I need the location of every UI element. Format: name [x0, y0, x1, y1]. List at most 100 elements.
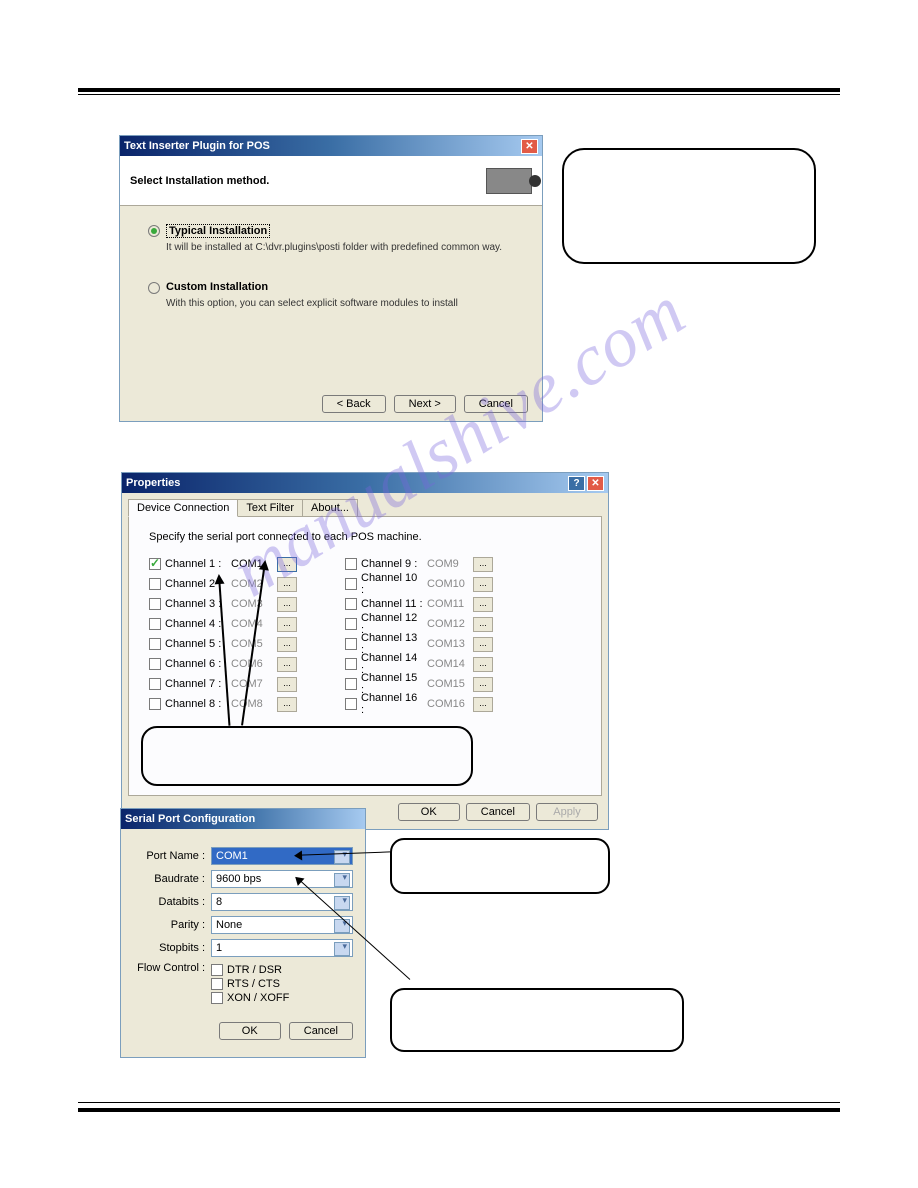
close-icon[interactable]: ✕: [587, 476, 604, 491]
channel-row: Channel 12 :COM12...: [345, 615, 493, 633]
channel-label: Channel 1 :: [165, 558, 227, 570]
com-label: COM9: [427, 558, 469, 570]
com-label: COM4: [231, 618, 273, 630]
ok-button[interactable]: OK: [398, 803, 460, 821]
configure-button: ...: [473, 617, 493, 632]
channel-row: Channel 14 :COM14...: [345, 655, 493, 673]
callout-bubble-4: [390, 988, 684, 1052]
baud-select[interactable]: 9600 bps: [211, 870, 353, 888]
cancel-button[interactable]: Cancel: [466, 803, 530, 821]
row-baud: Baudrate : 9600 bps: [133, 870, 353, 888]
checkbox-icon[interactable]: [345, 618, 357, 630]
channel-label: Channel 4 :: [165, 618, 227, 630]
checkbox-icon[interactable]: [345, 638, 357, 650]
rule-bot-thin: [78, 1102, 840, 1103]
channel-row: Channel 16 :COM16...: [345, 695, 493, 713]
dialog-header: Select Installation method.: [120, 156, 542, 206]
configure-button: ...: [473, 677, 493, 692]
radio-icon[interactable]: [148, 282, 160, 294]
channel-row: Channel 3 :COM3...: [149, 595, 297, 613]
channel-label: Channel 8 :: [165, 698, 227, 710]
titlebar: Text Inserter Plugin for POS ✕: [120, 136, 542, 156]
channel-label: Channel 16 :: [361, 692, 423, 716]
fc-xon-xoff[interactable]: XON / XOFF: [211, 992, 289, 1004]
radio-icon[interactable]: [148, 225, 160, 237]
configure-button[interactable]: ...: [277, 557, 297, 572]
help-icon[interactable]: ?: [568, 476, 585, 491]
fc-rts-cts[interactable]: RTS / CTS: [211, 978, 289, 990]
checkbox-icon[interactable]: [211, 978, 223, 990]
label: Databits :: [133, 896, 211, 908]
panel-desc: Specify the serial port connected to eac…: [149, 531, 581, 543]
label: Flow Control :: [133, 962, 211, 974]
channel-label: Channel 10 :: [361, 572, 423, 596]
fc-dtr-dsr[interactable]: DTR / DSR: [211, 964, 289, 976]
radio-label: Custom Installation: [166, 281, 268, 293]
apply-button[interactable]: Apply: [536, 803, 598, 821]
com-label: COM8: [231, 698, 273, 710]
checkbox-icon[interactable]: [149, 638, 161, 650]
com-label: COM15: [427, 678, 469, 690]
radio-custom[interactable]: Custom Installation: [148, 281, 514, 294]
header-text: Select Installation method.: [130, 175, 269, 187]
checkbox-icon[interactable]: [345, 558, 357, 570]
close-icon[interactable]: ✕: [521, 139, 538, 154]
row-port: Port Name : COM1: [133, 847, 353, 865]
channel-row: Channel 8 : COM8...: [149, 695, 297, 713]
radio-typical[interactable]: Typical Installation: [148, 224, 514, 238]
stopbits-select[interactable]: 1: [211, 939, 353, 957]
serial-config-dialog: Serial Port Configuration Port Name : CO…: [120, 808, 366, 1058]
channel-row: Channel 11 :COM11...: [345, 595, 493, 613]
com-label: COM11: [427, 598, 469, 610]
dialog-footer: OK Cancel Apply: [398, 803, 598, 821]
checkbox-icon[interactable]: [149, 618, 161, 630]
ok-button[interactable]: OK: [219, 1022, 281, 1040]
checkbox-icon[interactable]: [345, 698, 357, 710]
checkbox-icon[interactable]: [345, 598, 357, 610]
checkbox-icon[interactable]: [149, 698, 161, 710]
configure-button: ...: [277, 637, 297, 652]
port-select[interactable]: COM1: [211, 847, 353, 865]
checkbox-icon[interactable]: [345, 678, 357, 690]
checkbox-icon[interactable]: [345, 658, 357, 670]
back-button[interactable]: < Back: [322, 395, 386, 413]
tab-strip: Device Connection Text Filter About...: [128, 499, 608, 517]
camera-icon: [486, 168, 532, 194]
rule-top-thin: [78, 94, 840, 95]
com-label: COM10: [427, 578, 469, 590]
channel-row: Channel 1 :COM1...: [149, 555, 297, 573]
checkbox-icon[interactable]: [149, 578, 161, 590]
checkbox-icon[interactable]: [149, 598, 161, 610]
channel-row: Channel 10 :COM10...: [345, 575, 493, 593]
tab-device-connection[interactable]: Device Connection: [128, 499, 238, 517]
checkbox-icon[interactable]: [211, 964, 223, 976]
configure-button: ...: [277, 657, 297, 672]
channel-row: Channel 15 :COM15...: [345, 675, 493, 693]
com-label: COM12: [427, 618, 469, 630]
parity-select[interactable]: None: [211, 916, 353, 934]
callout-bubble-2: [141, 726, 473, 786]
configure-button: ...: [277, 697, 297, 712]
radio-label: Typical Installation: [166, 224, 270, 238]
channel-label: Channel 3 :: [165, 598, 227, 610]
cancel-button[interactable]: Cancel: [289, 1022, 353, 1040]
fc-label: RTS / CTS: [227, 978, 280, 990]
dialog-footer: < Back Next > Cancel: [322, 395, 528, 413]
checkbox-icon[interactable]: [149, 658, 161, 670]
title-text: Properties: [126, 477, 568, 489]
checkbox-icon[interactable]: [149, 558, 161, 570]
checkbox-icon[interactable]: [345, 578, 357, 590]
com-label: COM7: [231, 678, 273, 690]
titlebar: Properties ? ✕: [122, 473, 608, 493]
tab-about[interactable]: About...: [302, 499, 358, 517]
channel-row: Channel 7 :COM7...: [149, 675, 297, 693]
dialog-footer: OK Cancel: [121, 1022, 365, 1050]
checkbox-icon[interactable]: [149, 678, 161, 690]
checkbox-icon[interactable]: [211, 992, 223, 1004]
next-button[interactable]: Next >: [394, 395, 456, 413]
row-flow-control: Flow Control : DTR / DSR RTS / CTS XON /…: [133, 962, 353, 1004]
installer-dialog: Text Inserter Plugin for POS ✕ Select In…: [119, 135, 543, 422]
tab-text-filter[interactable]: Text Filter: [237, 499, 303, 517]
dialog-body: Typical Installation It will be installe…: [120, 206, 542, 355]
cancel-button[interactable]: Cancel: [464, 395, 528, 413]
